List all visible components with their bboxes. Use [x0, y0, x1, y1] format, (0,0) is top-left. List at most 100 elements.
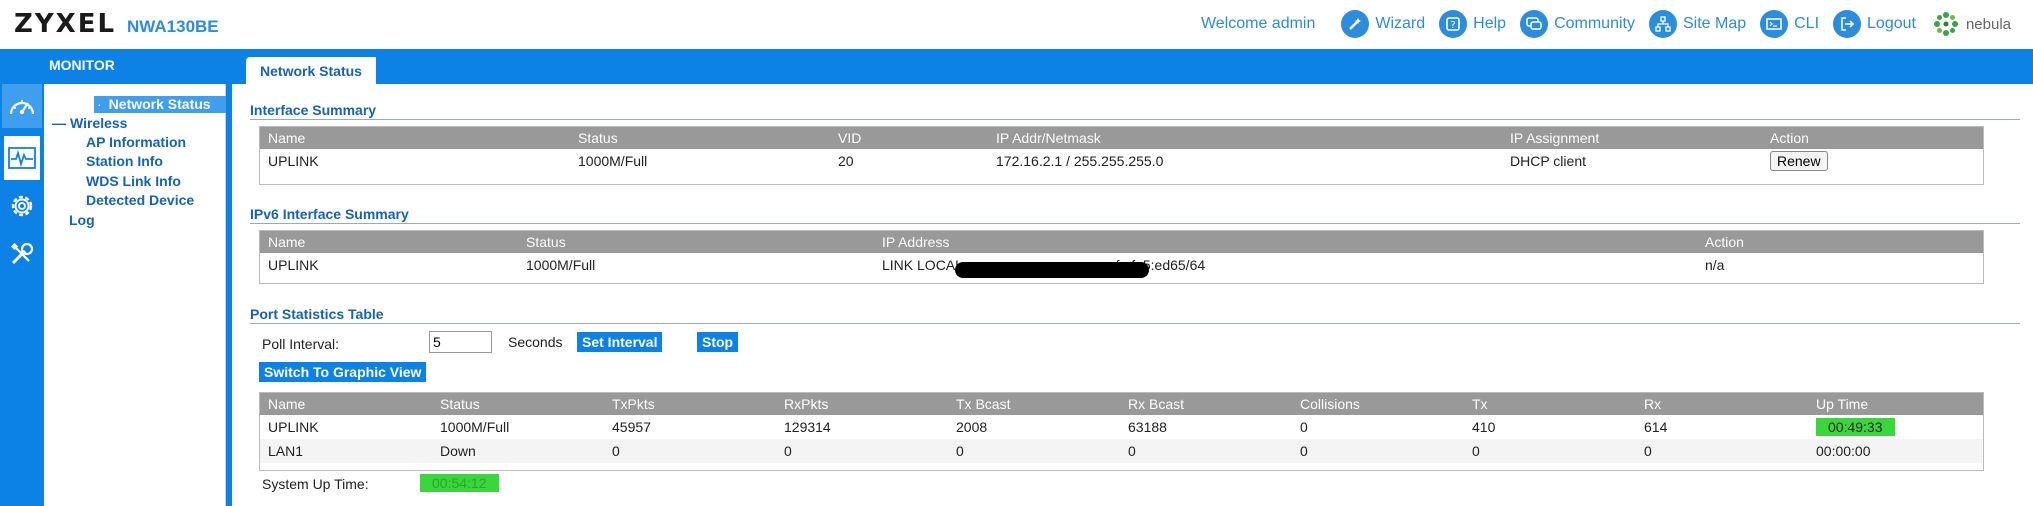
port-stats-table: Name Status TxPkts RxPkts Tx Bcast Rx Bc… [260, 393, 1983, 463]
column-header: Status [570, 127, 830, 149]
nebula-link[interactable]: nebula [1932, 10, 2011, 38]
cell-status: 1000M/Full [440, 419, 510, 435]
switch-graphic-view-button[interactable]: Switch To Graphic View [259, 362, 427, 382]
cell-rxbcast: 63188 [1128, 419, 1167, 435]
interface-summary-table-frame: Name Status VID IP Addr/Netmask IP Assig… [259, 126, 1984, 185]
sidebar-item-wds-link-info[interactable]: WDS Link Info [86, 173, 181, 189]
cell-name: UPLINK [268, 153, 319, 169]
sitemap-link[interactable]: Site Map [1648, 10, 1747, 38]
section-divider [250, 223, 2020, 224]
cell-status: Down [440, 443, 476, 459]
dashboard-icon [9, 100, 35, 115]
cell-uptime: 00:00:00 [1816, 443, 1871, 459]
cell-rxpkts: 129314 [784, 419, 831, 435]
wand-icon [1341, 10, 1370, 38]
welcome-text: Welcome admin [1200, 15, 1316, 32]
ipv6-summary-title: IPv6 Interface Summary [250, 206, 409, 222]
column-header: IP Assignment [1502, 127, 1762, 149]
help-icon: ? [1439, 10, 1468, 38]
sidebar-item-ap-information[interactable]: AP Information [86, 134, 186, 150]
table-header-row: Name Status IP Address Action [260, 231, 1983, 253]
cell-tx: 410 [1472, 419, 1496, 435]
sidebar-item-wireless[interactable]: — Wireless [52, 115, 127, 131]
column-header: Up Time [1808, 393, 1983, 415]
nebula-icon [1933, 12, 1958, 36]
sidebar-icon-strip [0, 84, 44, 506]
section-divider [250, 119, 2020, 120]
model-name: NWA130BE [127, 17, 219, 36]
set-interval-button[interactable]: Set Interval [577, 332, 663, 352]
interface-summary-table: Name Status VID IP Addr/Netmask IP Assig… [260, 127, 1983, 173]
sidebar-item-detected-device[interactable]: Detected Device [86, 192, 194, 208]
column-header: Action [1697, 231, 1983, 253]
collapse-icon: — [52, 115, 66, 131]
column-header: Name [260, 231, 518, 253]
top-header: ZYXEL NWA130BE Welcome admin Wizard ? He… [0, 0, 2033, 49]
configuration-button[interactable] [2, 184, 42, 228]
sidebar-menu: · Network Status — Wireless AP Information… [44, 84, 267, 506]
logout-label: Logout [1867, 15, 1916, 32]
renew-button[interactable]: Renew [1770, 151, 1828, 171]
sidebar-item-station-info[interactable]: Station Info [86, 153, 163, 169]
poll-interval-input[interactable] [429, 331, 492, 353]
sidebar-item-label: Network Status [108, 96, 211, 112]
gear-icon [11, 195, 33, 217]
cli-link[interactable]: CLI [1760, 10, 1819, 38]
cell-txpkts: 45957 [612, 419, 651, 435]
column-header: RxPkts [776, 393, 948, 415]
logout-link[interactable]: Logout [1833, 10, 1916, 38]
table-header-row: Name Status TxPkts RxPkts Tx Bcast Rx Bc… [260, 393, 1983, 415]
sidebar-item-log[interactable]: Log [69, 212, 95, 228]
wizard-link[interactable]: Wizard [1341, 10, 1425, 38]
column-header: Name [260, 393, 432, 415]
community-label: Community [1554, 15, 1635, 32]
seconds-label: Seconds [508, 334, 563, 350]
column-header: VID [830, 127, 988, 149]
cell-collisions: 0 [1300, 443, 1308, 459]
bullet-icon: · [97, 96, 102, 112]
redaction-mark [955, 262, 1149, 278]
maintenance-button[interactable] [2, 232, 42, 276]
cell-rxpkts: 0 [784, 443, 792, 459]
help-link[interactable]: ? Help [1439, 10, 1506, 38]
nebula-label: nebula [1965, 15, 2011, 33]
cell-name: LAN1 [268, 443, 304, 459]
cell-action: Renew [1762, 149, 1983, 173]
wizard-label: Wizard [1375, 15, 1426, 32]
monitor-button[interactable] [4, 136, 40, 180]
cell-vid: 20 [838, 153, 854, 169]
cell-txbcast: 2008 [956, 419, 988, 435]
cell-status: 1000M/Full [526, 257, 596, 273]
sidebar-item-label: Wireless [70, 115, 128, 131]
column-header: IP Address [874, 231, 1697, 253]
interface-summary-title: Interface Summary [250, 102, 377, 118]
cell-name: UPLINK [268, 257, 319, 273]
sitemap-icon [1648, 10, 1677, 38]
column-header: Action [1762, 127, 1983, 149]
port-stats-table-frame: Name Status TxPkts RxPkts Tx Bcast Rx Bc… [259, 392, 1984, 471]
stop-button[interactable]: Stop [697, 332, 739, 352]
table-header-row: Name Status VID IP Addr/Netmask IP Assig… [260, 127, 1983, 149]
cell-txbcast: 0 [956, 443, 964, 459]
column-header: Collisions [1292, 393, 1464, 415]
column-header: IP Addr/Netmask [988, 127, 1502, 149]
sidebar-section-title: MONITOR [49, 57, 115, 73]
tab-network-status[interactable]: Network Status [246, 57, 376, 84]
community-link[interactable]: Community [1520, 10, 1635, 38]
logout-icon [1833, 10, 1862, 38]
column-header: Tx [1464, 393, 1636, 415]
system-uptime-label: System Up Time: [262, 476, 369, 492]
table-row: LAN1 Down 0 0 0 0 0 0 0 00:00:00 [260, 439, 1983, 463]
tabbar-spacer [232, 56, 246, 84]
cli-label: CLI [1794, 15, 1820, 32]
cell-uptime: 00:49:33 [1808, 415, 1983, 439]
sitemap-label: Site Map [1682, 15, 1747, 32]
section-divider [250, 323, 2020, 324]
port-stats-title: Port Statistics Table [250, 306, 384, 322]
chat-icon [1520, 10, 1549, 38]
table-row: UPLINK 1000M/Full 20 172.16.2.1 / 255.25… [260, 149, 1983, 173]
help-label: Help [1473, 15, 1507, 32]
dashboard-button[interactable] [2, 84, 42, 128]
cell-tx: 0 [1472, 443, 1480, 459]
column-header: Status [518, 231, 874, 253]
